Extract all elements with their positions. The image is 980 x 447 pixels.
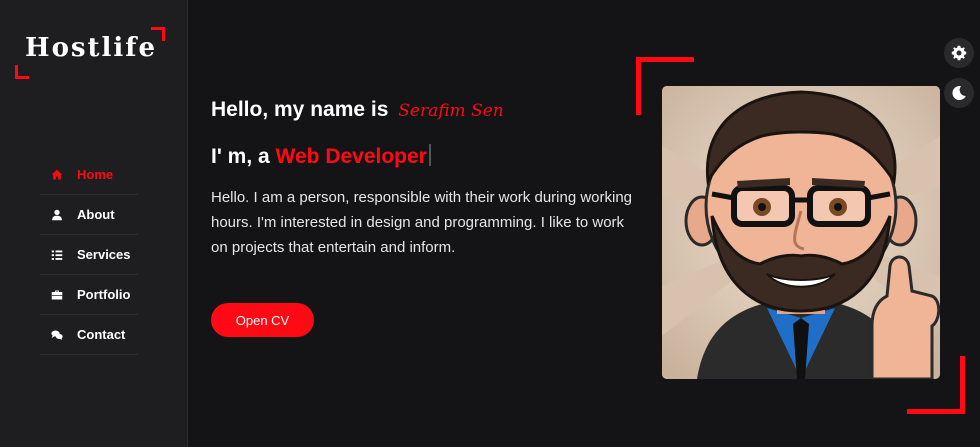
main-nav: Home About Services Portfolio Contact xyxy=(40,155,138,355)
nav-item-label: Portfolio xyxy=(77,287,131,302)
name-text: Serafim Sen xyxy=(398,101,504,121)
greeting-text: Hello, my name is xyxy=(211,98,389,121)
intro-description: Hello. I am a person, responsible with t… xyxy=(211,189,633,256)
nav-item-label: Contact xyxy=(77,327,126,342)
role-text: Web Developer xyxy=(275,145,427,168)
nav-item-label: Services xyxy=(77,247,131,262)
list-icon xyxy=(50,248,64,262)
user-icon xyxy=(50,208,64,222)
briefcase-icon xyxy=(50,288,64,302)
nav-item-about[interactable]: About xyxy=(40,195,138,235)
avatar-image xyxy=(662,86,940,379)
nav-item-home[interactable]: Home xyxy=(40,155,138,195)
nav-item-services[interactable]: Services xyxy=(40,235,138,275)
theme-toggle-button[interactable] xyxy=(944,78,974,108)
greeting-heading: Hello, my name is Serafim Sen xyxy=(211,98,641,122)
moon-icon xyxy=(951,85,967,101)
comments-icon xyxy=(50,328,64,342)
sidebar: Hostlife Home About Services Portfolio C… xyxy=(0,0,188,447)
logo-corner-bottom-left xyxy=(15,65,29,79)
nav-item-label: Home xyxy=(77,167,114,182)
gear-icon xyxy=(951,45,967,61)
nav-item-label: About xyxy=(77,207,115,222)
settings-button[interactable] xyxy=(944,38,974,68)
logo[interactable]: Hostlife xyxy=(15,27,165,79)
typing-cursor xyxy=(428,144,431,166)
role-prefix: I' m, a xyxy=(211,145,270,168)
open-cv-button[interactable]: Open CV xyxy=(211,303,314,337)
nav-item-portfolio[interactable]: Portfolio xyxy=(40,275,138,315)
home-icon xyxy=(50,168,64,182)
nav-item-contact[interactable]: Contact xyxy=(40,315,138,355)
logo-text: Hostlife xyxy=(25,33,158,63)
intro-section: Hello, my name is Serafim Sen I' m, a We… xyxy=(211,98,641,260)
role-heading: I' m, a Web Developer xyxy=(211,144,641,169)
